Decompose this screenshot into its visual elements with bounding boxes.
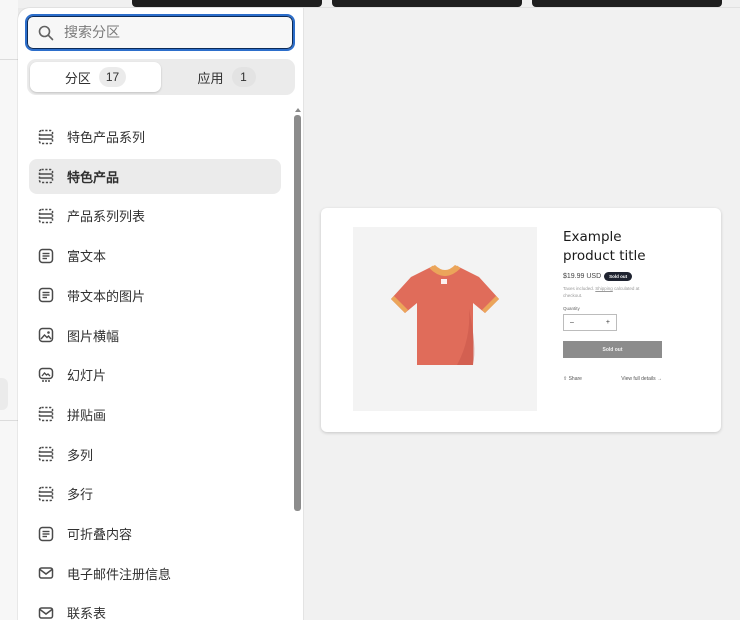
section-list: 特色产品系列 特色产品产品系列列表 富文本带文本的图片 图片横幅幻灯片拼贴画多列多行可… — [18, 108, 294, 620]
section-item[interactable]: 图片横幅 — [29, 318, 281, 353]
section-item[interactable]: 幻灯片 — [29, 357, 281, 392]
product-price: $19.99 USD — [563, 273, 602, 280]
divider — [0, 59, 18, 60]
section-item[interactable]: 拼贴画 — [29, 397, 281, 432]
tab-label: 分区 — [64, 71, 91, 87]
add-section-popover: 分区 17 应用 1 特色产品系列特色产品产品系列列表富文本带文本的图片图片横幅… — [18, 8, 740, 620]
grid-section-icon — [38, 446, 54, 462]
quantity-stepper[interactable]: – + — [563, 314, 617, 331]
text-block-icon — [38, 288, 54, 303]
product-title: Example product title — [563, 229, 646, 264]
image-icon — [38, 327, 54, 343]
section-item[interactable]: 特色产品系列 — [29, 119, 281, 154]
background-thumbnail — [332, 0, 522, 7]
sold-out-badge: Sold out — [604, 272, 633, 281]
section-item-label: 幻灯片 — [67, 369, 107, 385]
section-item[interactable]: 电子邮件注册信息 — [29, 556, 281, 591]
tax-note-prefix: Taxes included. — [563, 286, 595, 291]
tab-sections[interactable]: 分区 17 — [30, 62, 161, 92]
section-picker-panel: 分区 17 应用 1 特色产品系列特色产品产品系列列表富文本带文本的图片图片横幅… — [18, 8, 304, 620]
grid-section-icon — [38, 168, 54, 184]
section-item[interactable]: 产品系列列表 — [29, 198, 281, 233]
section-item-label: 特色产品系列 — [67, 131, 146, 146]
tax-note: Taxes included. Shipping calculated at c… — [563, 285, 655, 299]
section-item-label: 带文本的图片 — [67, 289, 146, 305]
shipping-link[interactable]: Shipping — [595, 286, 613, 291]
tab-apps[interactable]: 应用 1 — [161, 62, 292, 92]
section-type-tabs: 分区 17 应用 1 — [27, 59, 295, 95]
section-item-label: 多列 — [67, 448, 94, 464]
product-image — [353, 227, 537, 411]
text-block-icon — [38, 248, 54, 263]
grid-section-icon — [38, 486, 54, 502]
section-item-label: 多行 — [67, 488, 94, 504]
section-item-label: 富文本 — [67, 250, 107, 266]
search-icon — [38, 25, 54, 40]
search-input[interactable] — [64, 24, 264, 41]
scrollbar-thumb[interactable] — [294, 115, 301, 511]
section-item[interactable]: 带文本的图片 — [29, 278, 281, 313]
section-item-label: 拼贴画 — [67, 408, 107, 424]
grid-section-icon — [38, 208, 54, 224]
email-icon — [38, 567, 54, 579]
background-sidebar — [0, 0, 18, 620]
slideshow-icon — [38, 367, 54, 382]
section-preview-card: Example product title $19.99 USD Sold ou… — [321, 208, 721, 432]
tshirt-icon — [391, 265, 499, 365]
section-item-label: 图片横幅 — [67, 329, 120, 345]
grid-section-icon — [38, 129, 54, 144]
product-info: Example product title $19.99 USD Sold ou… — [563, 228, 713, 382]
text-block-icon — [38, 526, 54, 541]
share-button[interactable]: ⇪ Share — [563, 376, 582, 382]
section-item[interactable]: 多行 — [29, 476, 281, 511]
background-thumbnail — [132, 0, 322, 7]
background-sidebar-nub — [0, 378, 8, 410]
tab-label: 应用 — [197, 71, 224, 87]
section-item-label: 联系表 — [67, 607, 107, 620]
divider — [0, 420, 18, 421]
background-thumbnail — [532, 0, 722, 7]
share-label: Share — [568, 376, 582, 382]
section-item[interactable]: 富文本 — [29, 238, 281, 273]
section-list-scrollbar[interactable] — [294, 108, 303, 620]
view-details-link[interactable]: View full details → — [621, 376, 662, 382]
section-item[interactable]: 特色产品 — [29, 158, 281, 194]
search-box[interactable] — [25, 14, 295, 51]
section-item[interactable]: 可折叠内容 — [29, 516, 281, 551]
price-row: $19.99 USD Sold out — [563, 272, 713, 281]
tab-count-badge: 17 — [98, 67, 127, 87]
tab-count-badge: 1 — [231, 67, 256, 87]
quantity-label: Quantity — [563, 306, 580, 311]
section-item-label: 可折叠内容 — [67, 528, 133, 543]
email-icon — [38, 607, 54, 619]
grid-section-icon — [38, 407, 54, 422]
section-item[interactable]: 联系表 — [29, 595, 281, 620]
background-page-strip — [0, 0, 740, 8]
scroll-up-arrow-icon[interactable] — [295, 108, 301, 112]
quantity-increase-button[interactable]: + — [606, 319, 610, 326]
quantity-decrease-button[interactable]: – — [570, 319, 574, 326]
share-row: ⇪ Share View full details → — [563, 376, 662, 382]
section-item-label: 特色产品 — [67, 170, 120, 186]
sold-out-button[interactable]: Sold out — [563, 341, 662, 358]
section-item[interactable]: 多列 — [29, 437, 281, 472]
section-item-label: 产品系列列表 — [67, 210, 146, 226]
section-item-label: 电子邮件注册信息 — [67, 567, 172, 583]
